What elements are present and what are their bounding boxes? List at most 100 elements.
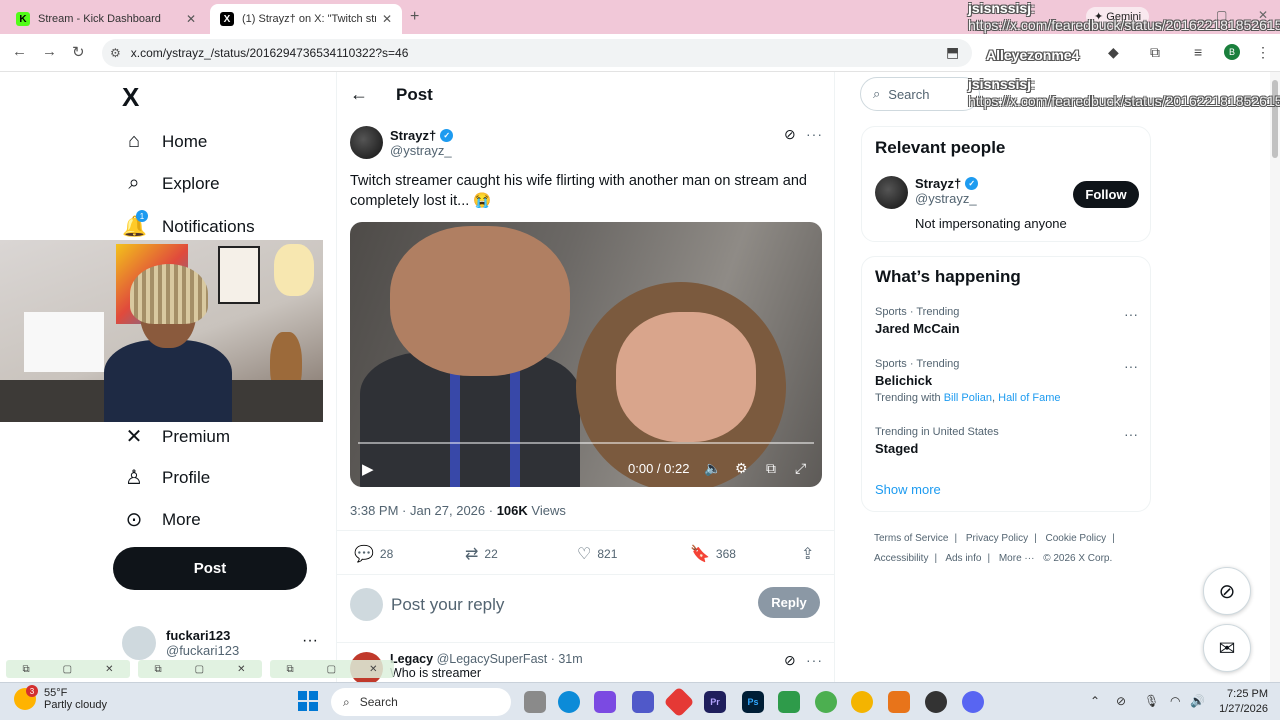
trend-item[interactable]: Sports · Trending Belichick Trending wit… xyxy=(875,358,1060,404)
scrollbar[interactable] xyxy=(1270,72,1280,682)
video-player[interactable]: ▶ 0:00 / 0:22 🔈 ⚙ ⧉ ⤢ xyxy=(350,222,822,487)
trend-item[interactable]: Sports · Trending Jared McCain xyxy=(875,306,960,336)
footer-link[interactable]: Ads info xyxy=(945,553,981,564)
back-icon[interactable]: ← xyxy=(12,43,27,60)
nav-more[interactable]: ⊙ More xyxy=(122,507,201,532)
reply-button[interactable]: Reply xyxy=(758,587,820,618)
reply-composer[interactable]: Post your reply xyxy=(350,588,504,621)
repost-action[interactable]: ⇄ 22 xyxy=(465,544,498,564)
show-hidden-icons[interactable]: ⌃ xyxy=(1090,694,1100,708)
thumbnail-controls[interactable]: ⧉ ▢ ✕ xyxy=(138,660,262,678)
trend-link[interactable]: Hall of Fame xyxy=(998,392,1060,404)
discord-icon[interactable] xyxy=(962,691,984,713)
restore-icon[interactable]: ⧉ xyxy=(287,664,294,675)
trend-more-icon[interactable]: ··· xyxy=(1124,426,1138,442)
volume-icon[interactable]: 🔊 xyxy=(1190,694,1205,708)
close-tab-icon[interactable]: ✕ xyxy=(186,12,196,26)
account-more-icon[interactable]: ··· xyxy=(302,632,318,650)
footer-link[interactable]: Cookie Policy xyxy=(1046,533,1107,544)
tab-search-icon[interactable]: ⧉ xyxy=(1150,44,1160,61)
nav-profile[interactable]: ♙ Profile xyxy=(122,465,210,490)
start-button[interactable] xyxy=(298,691,318,711)
footer-link[interactable]: Terms of Service xyxy=(874,533,948,544)
grok-icon[interactable]: ⊘ xyxy=(784,652,796,669)
close-icon[interactable]: ✕ xyxy=(237,664,245,675)
pip-icon[interactable]: ⧉ xyxy=(766,460,776,477)
app-icon[interactable] xyxy=(778,691,800,713)
microphone-icon[interactable]: 🎙 xyxy=(1144,694,1159,708)
like-action[interactable]: ♡ 821 xyxy=(577,544,617,564)
forward-icon[interactable]: → xyxy=(42,43,57,60)
app-icon[interactable] xyxy=(888,691,910,713)
site-info-icon[interactable]: ⚙ xyxy=(110,46,121,60)
nav-explore[interactable]: ⌕ Explore xyxy=(122,172,219,195)
messages-float-button[interactable]: ✉ xyxy=(1203,624,1251,672)
settings-icon[interactable]: ⚙ xyxy=(735,460,748,477)
maximize-icon[interactable]: ▢ xyxy=(327,664,336,675)
premiere-icon[interactable]: Pr xyxy=(704,691,726,713)
volume-icon[interactable]: 🔈 xyxy=(704,460,721,477)
show-more-link[interactable]: Show more xyxy=(875,482,941,497)
nav-notifications[interactable]: 🔔 1 Notifications xyxy=(122,210,255,239)
trend-more-icon[interactable]: ··· xyxy=(1124,306,1138,322)
obs-icon[interactable] xyxy=(925,691,947,713)
nav-home[interactable]: ⌂ Home xyxy=(122,130,207,153)
trend-item[interactable]: Trending in United States Staged xyxy=(875,426,999,456)
grok-icon[interactable]: ⊘ xyxy=(784,126,796,143)
taskbar-search[interactable]: ⌕ Search xyxy=(331,688,511,716)
account-switcher[interactable]: fuckari123 @fuckari123 xyxy=(122,626,239,660)
play-icon[interactable]: ▶ xyxy=(362,460,374,478)
close-icon[interactable]: ✕ xyxy=(369,664,377,675)
chrome-icon[interactable] xyxy=(851,691,873,713)
photoshop-icon[interactable]: Ps xyxy=(742,691,764,713)
app-icon[interactable] xyxy=(663,686,695,718)
wifi-icon[interactable]: ◠ xyxy=(1170,694,1180,708)
copilot-icon[interactable] xyxy=(594,691,616,713)
trend-link[interactable]: Bill Polian xyxy=(944,392,992,404)
thumbnail-controls[interactable]: ⧉ ▢ ✕ xyxy=(6,660,130,678)
maximize-icon[interactable]: ▢ xyxy=(63,664,72,675)
bookmark-action[interactable]: 🔖 368 xyxy=(690,544,736,564)
profile-avatar[interactable]: B xyxy=(1224,44,1240,60)
address-bar[interactable]: ⚙ x.com/ystrayz_/status/2016294736534110… xyxy=(102,39,972,67)
close-tab-icon[interactable]: ✕ xyxy=(382,12,392,26)
video-progress-bar[interactable] xyxy=(358,442,814,444)
trend-more-icon[interactable]: ··· xyxy=(1124,358,1138,374)
footer-link[interactable]: Privacy Policy xyxy=(966,533,1028,544)
edge-icon[interactable] xyxy=(558,691,580,713)
system-clock[interactable]: 7:25 PM 1/27/2026 xyxy=(1214,687,1268,717)
footer-link[interactable]: More ··· xyxy=(999,553,1035,564)
comment-more-icon[interactable]: ··· xyxy=(806,652,823,668)
menu-icon[interactable]: ⋮ xyxy=(1256,44,1270,61)
maximize-icon[interactable]: ▢ xyxy=(195,664,204,675)
reply-input[interactable]: Post your reply xyxy=(391,595,504,615)
extension-icon[interactable]: ◆ xyxy=(1108,44,1119,61)
network-off-icon[interactable]: ⊘ xyxy=(1116,694,1126,708)
task-view-icon[interactable] xyxy=(524,691,546,713)
tab-x-post[interactable]: X (1) Strayz† on X: "Twitch stream ✕ xyxy=(210,4,402,34)
nav-premium[interactable]: ✕ Premium xyxy=(122,424,230,449)
install-app-icon[interactable]: ⬒ xyxy=(946,44,959,61)
search-input[interactable]: ⌕ Search xyxy=(860,77,980,111)
restore-icon[interactable]: ⧉ xyxy=(23,664,30,675)
post-button[interactable]: Post xyxy=(113,547,307,590)
weather-widget[interactable]: 3 55°F Partly cloudy xyxy=(14,685,107,711)
reload-icon[interactable]: ↻ xyxy=(72,43,85,61)
footer-link[interactable]: Accessibility xyxy=(874,553,928,564)
post-more-icon[interactable]: ··· xyxy=(806,126,823,142)
back-arrow-icon[interactable]: ← xyxy=(350,84,368,105)
post-author[interactable]: Strayz† ✓ @ystrayz_ xyxy=(350,126,454,159)
new-tab-icon[interactable]: + xyxy=(410,8,419,26)
grok-float-button[interactable]: ⊘ xyxy=(1203,567,1251,615)
relevant-person[interactable]: Strayz† ✓ @ystrayz_ xyxy=(875,176,979,209)
x-logo[interactable]: X xyxy=(122,82,139,113)
share-action[interactable]: ⇪ xyxy=(801,544,820,564)
media-controls-icon[interactable]: ≡ xyxy=(1194,44,1202,60)
chrome-icon[interactable] xyxy=(815,691,837,713)
thumbnail-controls[interactable]: ⧉ ▢ ✕ xyxy=(270,660,394,678)
follow-button[interactable]: Follow xyxy=(1073,181,1139,208)
reply-action[interactable]: 💬 28 xyxy=(354,544,393,564)
fullscreen-icon[interactable]: ⤢ xyxy=(795,460,806,477)
restore-icon[interactable]: ⧉ xyxy=(155,664,162,675)
tab-kick-dashboard[interactable]: K Stream - Kick Dashboard ✕ xyxy=(6,4,206,34)
